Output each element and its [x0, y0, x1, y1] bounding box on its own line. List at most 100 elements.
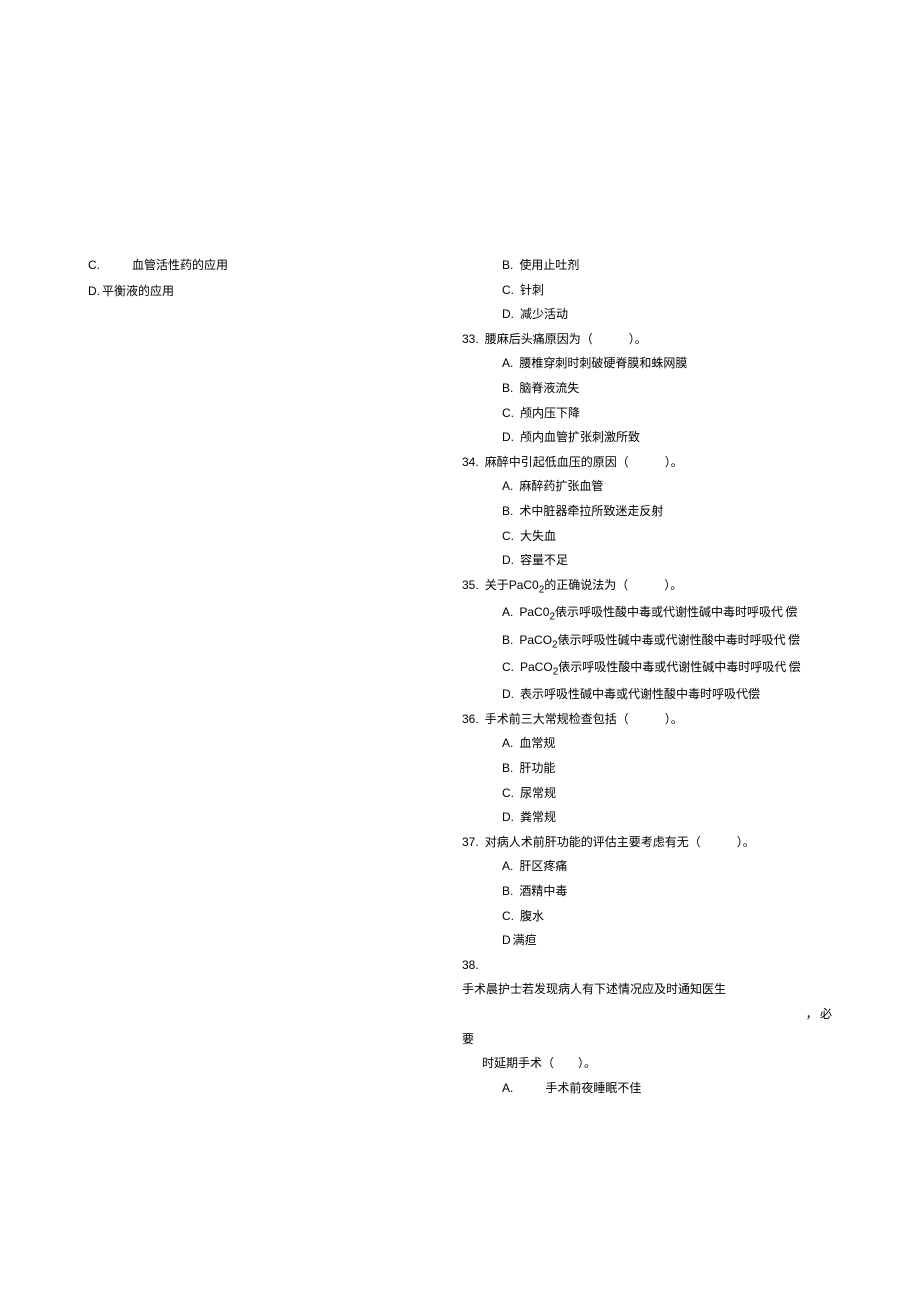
option-text: 尿常规 [520, 786, 556, 800]
prev-option-d: D.平衡液的应用 [88, 281, 388, 303]
option-label: A. [502, 1081, 513, 1095]
option-label: D [502, 933, 511, 947]
option-label: D. [502, 810, 514, 824]
q35-option-a: A.PaC02俵示呼吸性酸中毒或代谢性碱中毒时呼吸代 偿 [462, 602, 842, 626]
question-38: 38. [462, 955, 842, 977]
option-label: C. [502, 909, 514, 923]
q38-stem-yao: 要 [462, 1029, 842, 1051]
paco2: PaCO [520, 660, 553, 674]
question-stem-pre: 关于 [485, 578, 509, 592]
paco2: PaCO [519, 633, 552, 647]
option-label: B. [502, 258, 513, 272]
option-label: D. [502, 430, 514, 444]
option-text: 俵示呼吸性酸中毒或代谢性碱中毒时呼吸代 偿 [555, 605, 797, 619]
q35-option-b: B.PaCO2俵示呼吸性碱中毒或代谢性酸中毒时呼吸代 偿 [462, 630, 842, 654]
option-label: B. [502, 761, 513, 775]
option-text: 术中脏器牵拉所致迷走反射 [519, 504, 663, 518]
prev-option-d: D. 减少活动 [462, 304, 842, 326]
option-label: A. [502, 859, 513, 873]
q33-option-d: D. 颅内血管扩张刺激所致 [462, 427, 842, 449]
q34-option-b: B.术中脏器牵拉所致迷走反射 [462, 501, 842, 523]
q38-stem-line1: 手术晨护士若发现病人有下述情况应及时通知医生 [462, 979, 842, 1001]
option-text: 肝功能 [519, 761, 555, 775]
q37-option-a: A. 肝区疼痛 [462, 856, 842, 878]
q37-option-b: B. 酒精中毒 [462, 881, 842, 903]
q34-option-d: D.容量不足 [462, 550, 842, 572]
q38-stem-cont: 时延期手术（ ）。 [462, 1053, 842, 1075]
question-stem: 麻醉中引起低血压的原因（ ）。 [485, 455, 683, 469]
q36-option-a: A. 血常规 [462, 733, 842, 755]
option-label: A. [502, 736, 513, 750]
right-column: B.使用止吐剂 C.针刺 D.减少活动 33.腰麻后头痛原因为（ ）。 A.腰椎… [462, 255, 842, 1099]
option-label: A. [502, 479, 513, 493]
option-label: C. [502, 406, 514, 420]
option-text: 使用止吐剂 [519, 258, 579, 272]
question-35: 35.关于PaC02的正确说法为（ ）。 [462, 575, 842, 599]
option-text: 表示呼吸性碱中毒或代谢性酸中毒时呼吸代偿 [520, 687, 760, 701]
option-text: 俵示呼吸性碱中毒或代谢性酸中毒时呼吸代 偿 [558, 633, 800, 647]
option-label: C. [502, 660, 514, 674]
question-34: 34. 麻醉中引起低血压的原因（ ）。 [462, 452, 842, 474]
question-stem: 手术前三大常规检查包括（ ）。 [485, 712, 683, 726]
q38-stem-bi: ， 必 [462, 1004, 842, 1026]
option-text: 俵示呼吸性酸中毒或代谢性碱中毒时呼吸代 偿 [558, 660, 800, 674]
option-text: 减少活动 [520, 307, 568, 321]
q33-option-a: A. 腰椎穿刺时刺破硬脊膜和蛛网膜 [462, 353, 842, 375]
question-number: 33. [462, 332, 479, 346]
option-text: 颅内压下降 [520, 406, 580, 420]
q34-option-a: A. 麻醉药扩张血管 [462, 476, 842, 498]
q37-option-c: C. 腹水 [462, 906, 842, 928]
option-label: A. [502, 605, 513, 619]
option-text: 血常规 [519, 736, 555, 750]
option-text: 粪常规 [520, 810, 556, 824]
option-text: 手术前夜睡眠不佳 [545, 1081, 641, 1095]
question-number: 36. [462, 712, 479, 726]
question-stem: 对病人术前肝功能的评估主要考虑有无（ ）。 [485, 835, 755, 849]
option-text: 大失血 [520, 529, 556, 543]
q33-option-c: C. 颅内压下降 [462, 403, 842, 425]
option-text: 腹水 [520, 909, 544, 923]
option-label: D. [88, 284, 100, 298]
question-number: 34. [462, 455, 479, 469]
paco2: PaC0 [509, 578, 539, 592]
option-label: B. [502, 884, 513, 898]
option-label: D. [502, 307, 514, 321]
question-36: 36. 手术前三大常规检查包括（ ）。 [462, 709, 842, 731]
option-label: D. [502, 687, 514, 701]
q37-option-d: D满疸 [462, 930, 842, 952]
option-text: 脑脊液流失 [519, 381, 579, 395]
q33-option-b: B. 脑脊液流失 [462, 378, 842, 400]
prev-option-c: C.血管活性药的应用 [88, 255, 388, 277]
prev-option-c: C.针刺 [462, 280, 842, 302]
option-text: 麻醉药扩张血管 [519, 479, 603, 493]
q35-option-c: C.PaCO2俵示呼吸性酸中毒或代谢性碱中毒时呼吸代 偿 [462, 657, 842, 681]
option-label: C. [88, 258, 100, 272]
option-label: B. [502, 381, 513, 395]
q35-option-d: D. 表示呼吸性碱中毒或代谢性酸中毒时呼吸代偿 [462, 684, 842, 706]
option-text: 颅内血管扩张刺激所致 [520, 430, 640, 444]
q38-option-a: A. 手术前夜睡眠不佳 [462, 1078, 842, 1100]
option-label: C. [502, 529, 514, 543]
option-label: D. [502, 553, 514, 567]
q36-option-b: B. 肝功能 [462, 758, 842, 780]
paco2: PaC0 [519, 605, 549, 619]
option-text: 肝区疼痛 [519, 859, 567, 873]
option-text: 酒精中毒 [519, 884, 567, 898]
prev-option-b: B. 使用止吐剂 [462, 255, 842, 277]
option-text: 满疸 [513, 933, 537, 947]
option-text: 针刺 [520, 283, 544, 297]
option-label: B. [502, 633, 513, 647]
question-33: 33. 腰麻后头痛原因为（ ）。 [462, 329, 842, 351]
q36-option-c: C.尿常规 [462, 783, 842, 805]
q36-option-d: D. 粪常规 [462, 807, 842, 829]
question-number: 35. [462, 578, 479, 592]
question-number: 38. [462, 958, 479, 972]
question-number: 37. [462, 835, 479, 849]
question-37: 37. 对病人术前肝功能的评估主要考虑有无（ ）。 [462, 832, 842, 854]
q34-option-c: C. 大失血 [462, 526, 842, 548]
question-stem-post: 的正确说法为（ ）。 [544, 578, 682, 592]
option-label: A. [502, 356, 513, 370]
option-text: 腰椎穿刺时刺破硬脊膜和蛛网膜 [519, 356, 687, 370]
left-column: C.血管活性药的应用 D.平衡液的应用 [88, 255, 388, 302]
question-stem: 腰麻后头痛原因为（ ）。 [485, 332, 647, 346]
